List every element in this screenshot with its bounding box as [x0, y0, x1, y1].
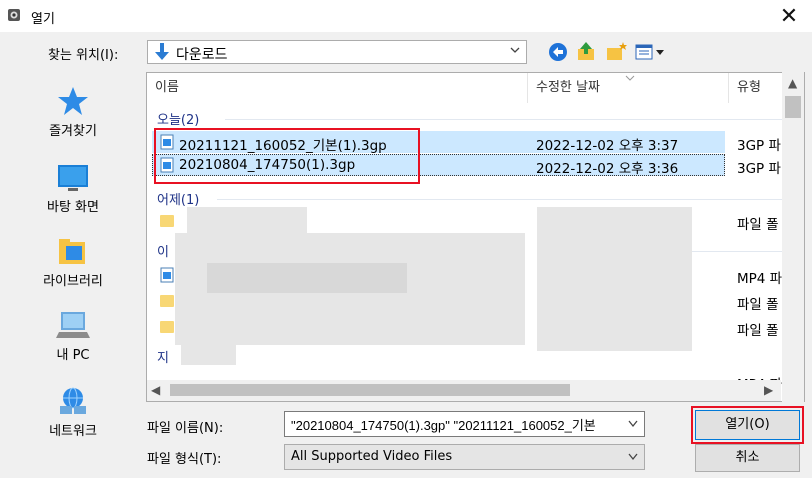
places-label: 즐겨찾기	[49, 124, 97, 139]
horizontal-scroll-thumb[interactable]	[170, 384, 570, 396]
group-header-today[interactable]: 오늘(2)	[157, 109, 199, 128]
download-arrow-icon	[155, 43, 169, 60]
places-favorites[interactable]: 즐겨찾기	[12, 86, 134, 139]
new-folder-icon[interactable]	[604, 40, 628, 64]
filename-label: 파일 이름(N):	[147, 421, 224, 436]
file-list[interactable]: 이름 수정한 날짜 유형 오늘(2) 20211121_160052_기본(1)…	[146, 72, 805, 402]
file-date: 2022-12-02 오후 3:36	[536, 161, 679, 177]
pc-icon	[56, 312, 90, 338]
library-icon	[59, 239, 85, 264]
places-label: 내 PC	[56, 348, 90, 363]
chevron-down-icon	[510, 47, 520, 53]
blurred-dates	[537, 233, 692, 351]
file-type: 파일 폴	[737, 217, 779, 233]
star-icon	[58, 87, 88, 115]
group-divider	[225, 119, 785, 120]
group-divider	[217, 199, 785, 200]
filename-combobox[interactable]	[284, 411, 645, 437]
network-icon	[60, 387, 86, 414]
close-button[interactable]: ✕	[766, 0, 812, 32]
video-file-icon	[160, 267, 174, 283]
blurred-names	[207, 263, 407, 293]
folder-icon	[160, 295, 174, 307]
file-type: 파일 폴	[737, 323, 779, 339]
places-this-pc[interactable]: 내 PC	[12, 310, 134, 363]
blurred-date	[537, 207, 692, 233]
places-label: 바탕 화면	[47, 200, 99, 215]
scroll-left-icon[interactable]: ◀	[151, 383, 160, 397]
look-in-label: 찾는 위치(I):	[48, 48, 119, 63]
title-bar	[0, 0, 812, 32]
group-header-yesterday[interactable]: 어제(1)	[157, 189, 199, 208]
folder-icon	[160, 321, 174, 333]
places-network[interactable]: 네트워크	[12, 386, 134, 439]
vertical-scrollbar[interactable]	[782, 72, 804, 402]
folder-icon	[160, 215, 174, 227]
file-type: 3GP 파	[737, 138, 781, 154]
vertical-scroll-thumb[interactable]	[785, 96, 801, 118]
places-label: 라이브러리	[43, 274, 103, 289]
chevron-down-icon[interactable]	[628, 420, 638, 428]
column-header-name[interactable]: 이름	[147, 73, 527, 103]
places-desktop[interactable]: 바탕 화면	[12, 162, 134, 215]
filetype-value: All Supported Video Files	[291, 449, 453, 464]
file-type: MP4 파	[737, 271, 783, 287]
look-in-combobox[interactable]: 다운로드	[147, 40, 527, 64]
window-title: 열기	[31, 12, 55, 27]
places-label: 네트워크	[49, 424, 97, 439]
chevron-down-icon	[628, 453, 638, 461]
column-header-type[interactable]: 유형	[729, 73, 789, 103]
group-divider	[692, 251, 785, 252]
look-in-value: 다운로드	[176, 47, 228, 63]
filename-input[interactable]	[291, 415, 611, 433]
group-header-earlier[interactable]: 이	[157, 241, 169, 260]
highlight-box-files	[154, 128, 420, 184]
places-libraries[interactable]: 라이브러리	[12, 236, 134, 289]
file-type: 파일 폴	[737, 297, 779, 313]
sort-chevron-icon	[625, 75, 635, 81]
group-header-older[interactable]: 지	[157, 347, 169, 366]
blurred-name	[187, 207, 307, 233]
open-button[interactable]: 열기(O)	[695, 410, 800, 440]
app-icon	[7, 8, 21, 22]
view-menu-icon[interactable]	[634, 40, 668, 64]
cancel-button[interactable]: 취소	[695, 444, 800, 472]
scroll-up-icon[interactable]: ▲	[788, 76, 797, 90]
desktop-icon	[58, 165, 88, 191]
scroll-right-icon[interactable]: ▶	[764, 383, 773, 397]
back-icon[interactable]	[546, 40, 570, 64]
blurred-header	[181, 345, 236, 365]
up-folder-icon[interactable]	[574, 40, 598, 64]
file-date: 2022-12-02 오후 3:37	[536, 138, 679, 154]
filetype-select[interactable]: All Supported Video Files	[284, 444, 645, 470]
file-type: 3GP 파	[737, 161, 781, 177]
filetype-label: 파일 형식(T):	[147, 452, 222, 467]
